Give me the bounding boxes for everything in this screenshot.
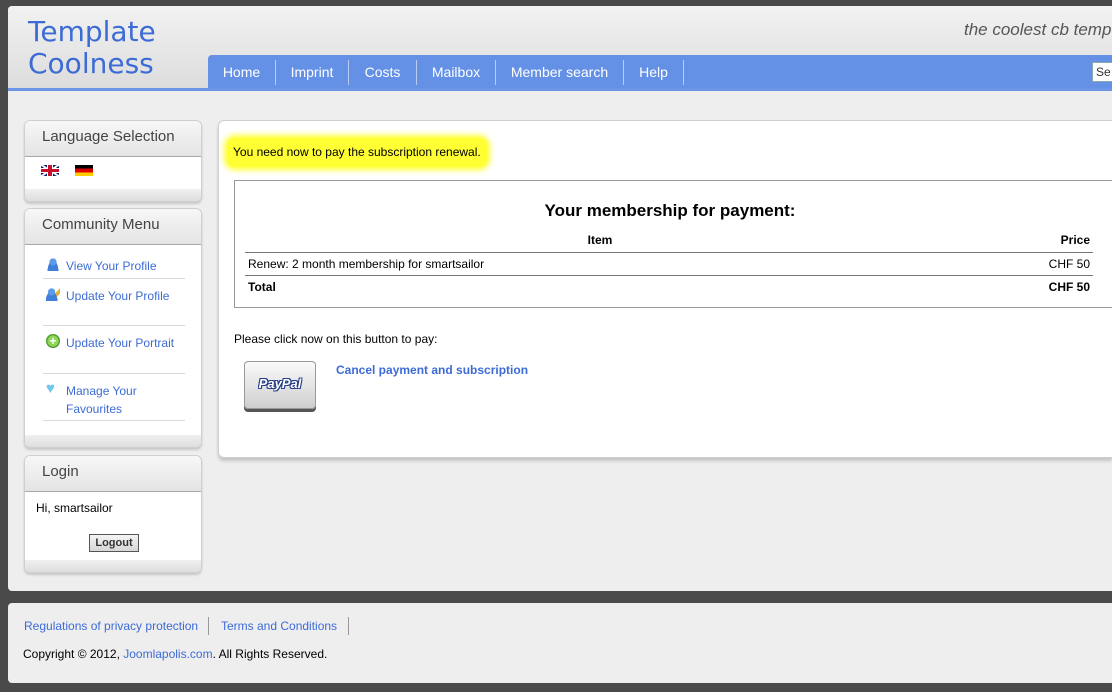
search-input[interactable]: Se xyxy=(1092,62,1112,82)
row-item-price: CHF 50 xyxy=(1048,257,1090,271)
box-footer xyxy=(25,189,201,201)
box-footer xyxy=(25,435,201,447)
menu-item-update-profile[interactable]: Update Your Profile xyxy=(43,287,185,326)
main-content: You need now to pay the subscription ren… xyxy=(218,120,1112,458)
nav-mailbox[interactable]: Mailbox xyxy=(417,55,495,90)
community-menu-title: Community Menu xyxy=(25,209,201,245)
logo-line-1: Template xyxy=(28,15,156,48)
payment-title: Your membership for payment: xyxy=(544,201,796,220)
add-icon: + xyxy=(46,334,60,348)
header-underline xyxy=(8,88,1112,91)
pay-instruction: Please click now on this button to pay: xyxy=(234,332,438,346)
heart-icon: ♥ xyxy=(46,380,55,397)
nav-member-search[interactable]: Member search xyxy=(496,55,623,90)
table-divider xyxy=(245,275,1093,276)
menu-item-label: View Your Profile xyxy=(66,259,157,273)
renewal-notice: You need now to pay the subscription ren… xyxy=(227,138,487,167)
footer-divider xyxy=(348,617,349,635)
menu-item-label: Update Your Profile xyxy=(66,289,170,303)
logout-button[interactable]: Logout xyxy=(89,534,139,552)
copyright: Copyright © 2012, Joomlapolis.com. All R… xyxy=(23,647,327,661)
login-greeting: Hi, smartsailor xyxy=(36,501,113,515)
total-label: Total xyxy=(248,280,276,294)
joomlapolis-link[interactable]: Joomlapolis.com xyxy=(123,647,212,661)
nav-divider xyxy=(683,60,684,85)
paypal-button[interactable]: PayPal xyxy=(244,361,316,409)
privacy-link[interactable]: Regulations of privacy protection xyxy=(24,619,198,633)
community-menu-box: Community Menu View Your Profile Update … xyxy=(24,208,202,448)
login-box: Login Hi, smartsailor Logout xyxy=(24,455,202,573)
menu-item-update-portrait[interactable]: + Update Your Portrait xyxy=(43,334,185,374)
login-title: Login xyxy=(25,456,201,492)
footer: Regulations of privacy protection Terms … xyxy=(8,603,1112,683)
menu-item-view-profile[interactable]: View Your Profile xyxy=(43,257,185,279)
menu-item-label: Manage Your Favourites xyxy=(66,384,137,416)
nav-help[interactable]: Help xyxy=(624,55,683,90)
nav-home[interactable]: Home xyxy=(208,55,275,90)
nav-costs[interactable]: Costs xyxy=(349,55,416,90)
page-panel: Template Coolness the coolest cb temp Ho… xyxy=(8,6,1112,591)
menu-item-manage-favourites[interactable]: ♥ Manage Your Favourites xyxy=(43,380,185,421)
copyright-suffix: . All Rights Reserved. xyxy=(212,647,328,661)
nav-imprint[interactable]: Imprint xyxy=(276,55,348,90)
language-selection-title: Language Selection xyxy=(25,121,201,157)
language-selection-box: Language Selection xyxy=(24,120,202,202)
table-divider xyxy=(245,252,1093,253)
terms-link[interactable]: Terms and Conditions xyxy=(221,619,337,633)
user-edit-icon xyxy=(46,287,60,301)
column-header-price: Price xyxy=(1060,233,1090,247)
copyright-prefix: Copyright © 2012, xyxy=(23,647,124,661)
site-logo[interactable]: Template Coolness xyxy=(28,16,156,80)
user-icon xyxy=(46,257,60,271)
main-nav: Home Imprint Costs Mailbox Member search… xyxy=(208,55,1112,90)
total-price: CHF 50 xyxy=(1048,280,1090,294)
cancel-payment-link[interactable]: Cancel payment and subscription xyxy=(336,363,528,377)
payment-table: Your membership for payment: Item Price … xyxy=(234,180,1112,308)
paypal-logo: PayPal xyxy=(258,376,302,391)
menu-item-label: Update Your Portrait xyxy=(66,336,175,350)
column-header-item: Item xyxy=(587,233,613,247)
de-flag-icon[interactable] xyxy=(75,165,93,176)
uk-flag-icon[interactable] xyxy=(41,165,59,176)
footer-divider xyxy=(208,617,209,635)
logo-line-2: Coolness xyxy=(28,47,154,80)
site-tagline: the coolest cb temp xyxy=(964,20,1112,39)
row-item-description: Renew: 2 month membership for smartsailo… xyxy=(248,257,485,271)
header: Template Coolness the coolest cb temp Ho… xyxy=(8,6,1112,91)
box-footer xyxy=(25,560,201,572)
